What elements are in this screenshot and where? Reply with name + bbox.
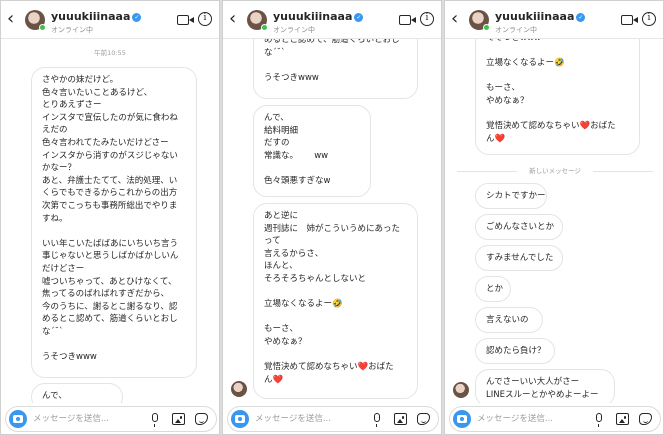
- chat-panel-1: ‹ yuuukiiinaaa ✓ オンライン中 i 午前10:55 さやかの妹だけ…: [0, 0, 220, 435]
- online-status-dot: [39, 24, 46, 31]
- message-composer: メッセージを送信...: [5, 406, 217, 432]
- chat-panel-3: ‹ yuuukiiinaaa✓ オンライン中 i でそつきwww 立場なくなるよ…: [444, 0, 664, 435]
- message-bubble[interactable]: さやかの妹だけど。 色々言いたいことあるけど、 とりあえずさー インスタで宣伝し…: [31, 67, 197, 378]
- username-text: yuuukiiinaaa: [273, 10, 353, 23]
- info-icon[interactable]: i: [420, 12, 434, 26]
- message-list[interactable]: 午前10:55 さやかの妹だけど。 色々言いたいことあるけど、 とりあえずさー …: [1, 39, 219, 403]
- message-bubble[interactable]: シカトですかー: [475, 183, 547, 209]
- verified-badge-icon: ✓: [576, 13, 586, 22]
- message-bubble[interactable]: んでさーいい大人がさー LINEスルーとかやめよーよー: [475, 369, 615, 403]
- verified-badge-icon: ✓: [132, 13, 142, 22]
- divider-line: [593, 171, 653, 172]
- message-input[interactable]: メッセージを送信...: [255, 413, 365, 425]
- message-bubble[interactable]: ごめんなさいとか: [475, 214, 563, 240]
- back-arrow-icon[interactable]: ‹: [451, 10, 465, 28]
- online-status-text: オンライン中: [273, 26, 315, 34]
- message-list[interactable]: でそつきwww 立場なくなるよー🤣 もーさ、 やめなぁ？ 覚悟決めて認めなちゃい…: [445, 39, 663, 403]
- video-call-icon[interactable]: [621, 15, 638, 25]
- message-bubble[interactable]: すみませんでした: [475, 245, 563, 271]
- new-messages-divider: 新しいメッセージ: [457, 166, 653, 176]
- microphone-icon[interactable]: [152, 413, 158, 427]
- gallery-icon[interactable]: [394, 413, 407, 425]
- username-label[interactable]: yuuukiiinaaa ✓: [273, 10, 364, 23]
- sticker-icon[interactable]: [639, 413, 652, 425]
- message-bubble[interactable]: んで、 給料明細 だすの 常識な。 ww 色々頭悪すぎなw: [253, 105, 371, 197]
- microphone-icon[interactable]: [374, 413, 380, 427]
- info-icon[interactable]: i: [642, 12, 656, 26]
- message-list[interactable]: めるとこ認めて、筋道くらいとおし な´˘` うそつきwww んで、 給料明細 だ…: [223, 39, 441, 403]
- back-arrow-icon[interactable]: ‹: [229, 10, 243, 28]
- info-icon[interactable]: i: [198, 12, 212, 26]
- message-bubble[interactable]: でそつきwww 立場なくなるよー🤣 もーさ、 やめなぁ？ 覚悟決めて認めなちゃい…: [475, 39, 640, 155]
- sticker-icon[interactable]: [417, 413, 430, 425]
- chat-header: ‹ yuuukiiinaaa ✓ オンライン中 i: [1, 1, 219, 39]
- sender-avatar[interactable]: [453, 382, 469, 398]
- username-text: yuuukiiinaaa: [495, 10, 575, 23]
- username-label[interactable]: yuuukiiinaaa ✓: [495, 10, 586, 23]
- message-bubble[interactable]: 言えないの: [475, 307, 543, 333]
- sender-avatar[interactable]: [231, 381, 247, 397]
- online-status-text: オンライン中: [495, 26, 537, 34]
- message-composer: メッセージを送信...: [449, 406, 661, 432]
- message-bubble[interactable]: 認めたら負け？: [475, 338, 555, 364]
- sticker-icon[interactable]: [195, 413, 208, 425]
- online-status-text: オンライン中: [51, 26, 93, 34]
- video-call-icon[interactable]: [399, 15, 416, 25]
- chat-header: ‹ yuuukiiinaaa ✓ オンライン中 i: [445, 1, 663, 39]
- username-text: yuuukiiinaaa: [51, 10, 131, 23]
- camera-icon[interactable]: [231, 410, 249, 428]
- verified-badge-icon: ✓: [354, 13, 364, 22]
- gallery-icon[interactable]: [616, 413, 629, 425]
- camera-icon[interactable]: [453, 410, 471, 428]
- message-input[interactable]: メッセージを送信...: [477, 413, 587, 425]
- message-bubble[interactable]: んで、: [31, 383, 123, 403]
- username-label[interactable]: yuuukiiinaaa ✓: [51, 10, 142, 23]
- chat-panel-2: ‹ yuuukiiinaaa ✓ オンライン中 i めるとこ認めて、筋道くらいとお…: [222, 0, 442, 435]
- camera-icon[interactable]: [9, 410, 27, 428]
- online-status-dot: [261, 24, 268, 31]
- back-arrow-icon[interactable]: ‹: [7, 10, 21, 28]
- timestamp: 午前10:55: [94, 49, 126, 57]
- video-call-icon[interactable]: [177, 15, 194, 25]
- message-bubble[interactable]: とか: [475, 276, 511, 302]
- microphone-icon[interactable]: [596, 413, 602, 427]
- chat-header: ‹ yuuukiiinaaa ✓ オンライン中 i: [223, 1, 441, 39]
- message-composer: メッセージを送信...: [227, 406, 439, 432]
- message-bubble[interactable]: めるとこ認めて、筋道くらいとおし な´˘` うそつきwww: [253, 39, 418, 99]
- online-status-dot: [483, 24, 490, 31]
- message-bubble[interactable]: あと逆に 週刊誌に 姉がこういうめにあった って 言えるからさ、 ほんと、 そろ…: [253, 203, 418, 399]
- gallery-icon[interactable]: [172, 413, 185, 425]
- message-input[interactable]: メッセージを送信...: [33, 413, 143, 425]
